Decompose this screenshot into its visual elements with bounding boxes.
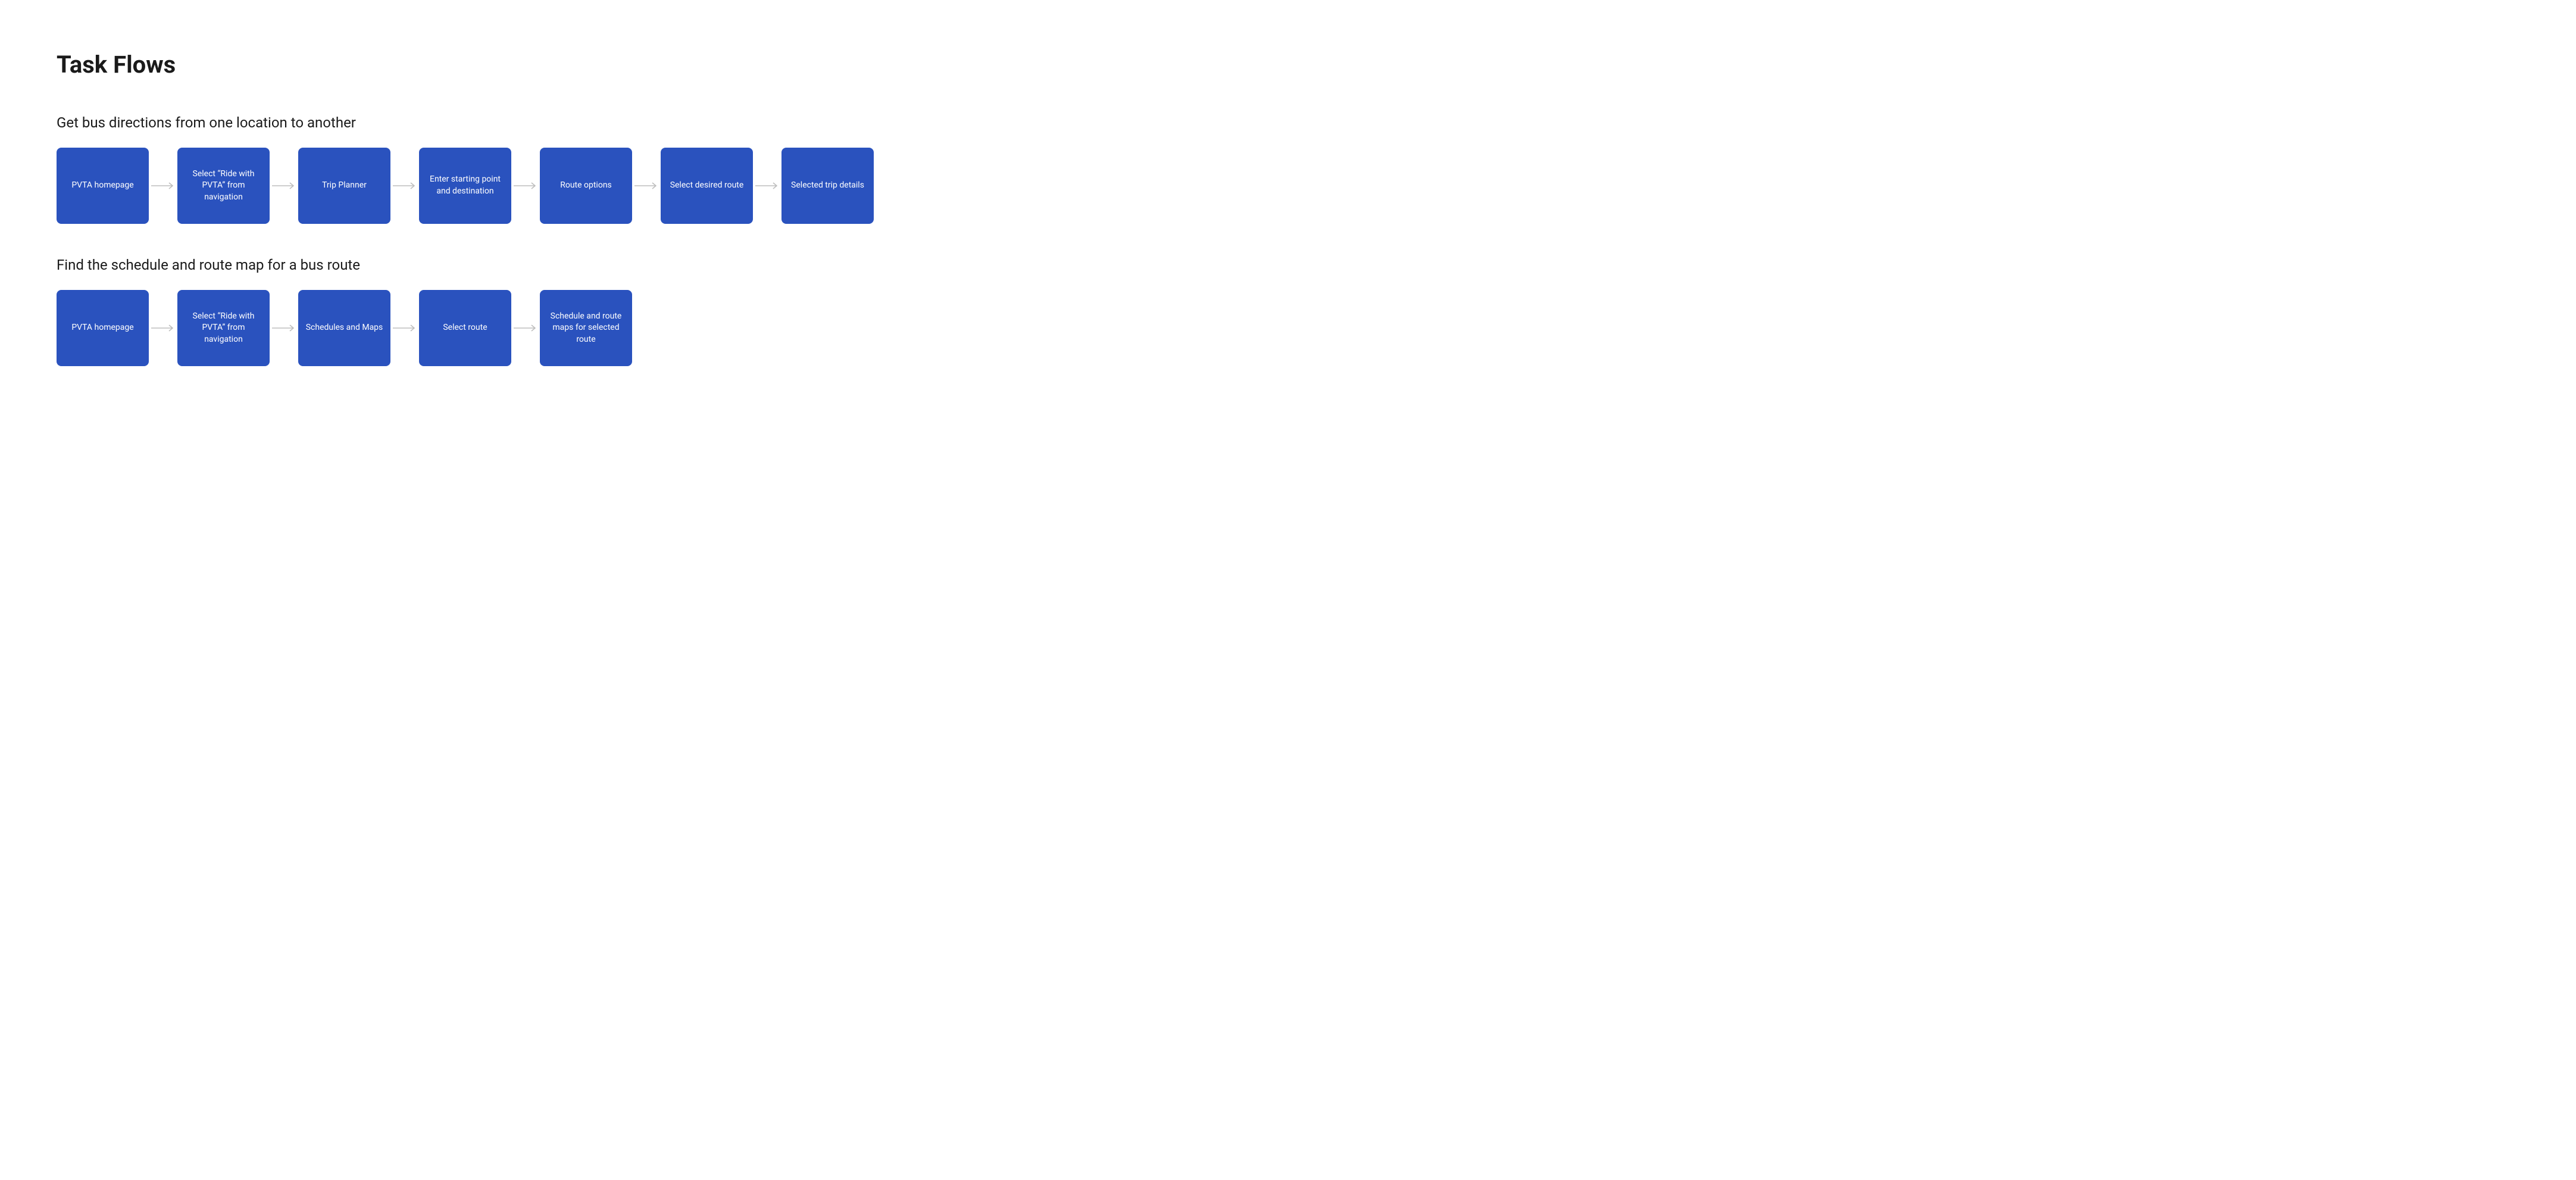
arrow-right-icon	[270, 323, 298, 333]
flow-section-1: Get bus directions from one location to …	[57, 114, 2519, 224]
flow-step: Enter starting point and destination	[419, 148, 511, 224]
flow-step: Route options	[540, 148, 632, 224]
flow-row-1: PVTA homepage Select “Ride with PVTA” fr…	[57, 148, 2519, 224]
flow-step: Select desired route	[661, 148, 753, 224]
arrow-right-icon	[511, 181, 540, 191]
arrow-right-icon	[390, 181, 419, 191]
flow-step: Select “Ride with PVTA” from navigation	[177, 290, 270, 366]
arrow-right-icon	[149, 323, 177, 333]
flow-step: Select route	[419, 290, 511, 366]
flow-step: Selected trip details	[781, 148, 874, 224]
flow-step: Trip Planner	[298, 148, 390, 224]
flow-title-1: Get bus directions from one location to …	[57, 114, 2519, 131]
flow-section-2: Find the schedule and route map for a bu…	[57, 257, 2519, 366]
arrow-right-icon	[149, 181, 177, 191]
flow-row-2: PVTA homepage Select “Ride with PVTA” fr…	[57, 290, 2519, 366]
flow-step: Select “Ride with PVTA” from navigation	[177, 148, 270, 224]
flow-step: PVTA homepage	[57, 290, 149, 366]
arrow-right-icon	[511, 323, 540, 333]
flow-title-2: Find the schedule and route map for a bu…	[57, 257, 2519, 273]
arrow-right-icon	[632, 181, 661, 191]
arrow-right-icon	[270, 181, 298, 191]
flow-step: Schedules and Maps	[298, 290, 390, 366]
arrow-right-icon	[390, 323, 419, 333]
arrow-right-icon	[753, 181, 781, 191]
flow-step: Schedule and route maps for selected rou…	[540, 290, 632, 366]
page-title: Task Flows	[57, 51, 2519, 79]
flow-step: PVTA homepage	[57, 148, 149, 224]
